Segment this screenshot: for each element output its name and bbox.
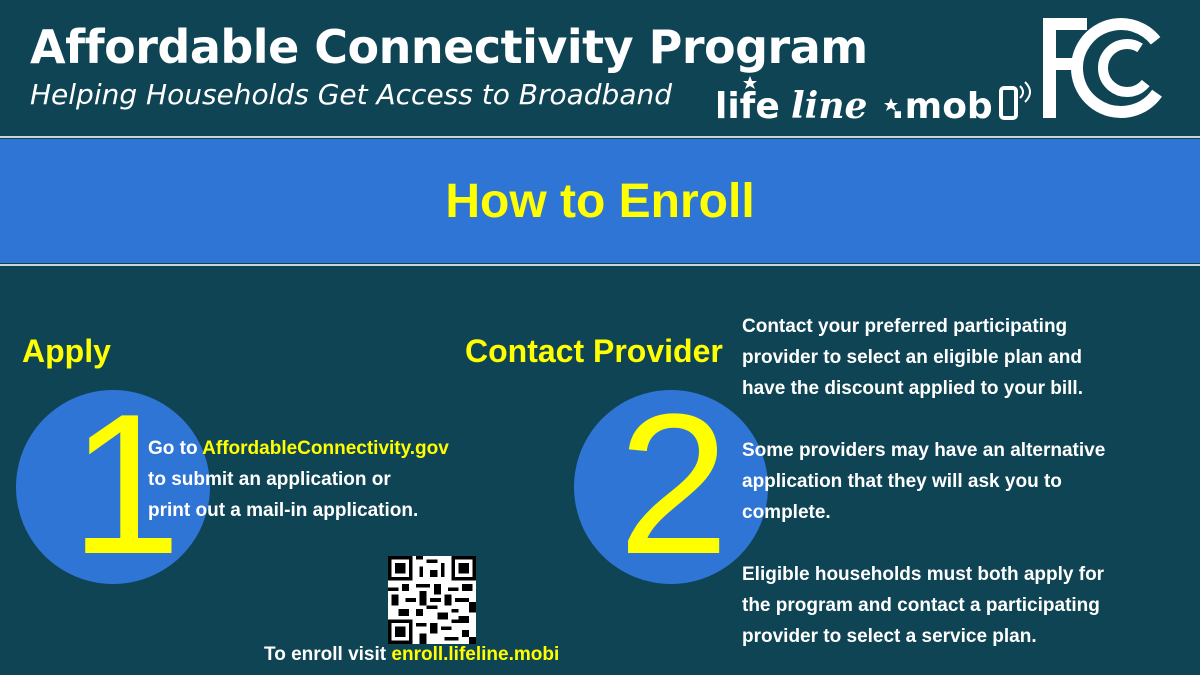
program-title: Affordable Connectivity Program: [30, 20, 868, 74]
step2-para1-line: have the discount applied to your bill.: [742, 378, 1083, 399]
step2-number: 2: [618, 373, 730, 596]
banner-title: How to Enroll: [445, 174, 755, 228]
enroll-line: To enroll visit enroll.lifeline.mobi: [264, 644, 559, 666]
qr-code[interactable]: [388, 556, 476, 644]
step2-heading: Contact Provider: [465, 333, 723, 369]
lifeline-mobi-logo: life line .mob: [715, 76, 1031, 127]
header: Affordable Connectivity Program Helping …: [0, 0, 1200, 136]
step1-line3: print out a mail-in application.: [148, 500, 419, 521]
step2-para3-line: provider to select a service plan.: [742, 626, 1037, 647]
bottom-divider: [0, 264, 1200, 266]
step1-heading: Apply: [22, 333, 111, 369]
step2-para3-line: Eligible households must both apply for: [742, 564, 1105, 585]
program-subtitle: Helping Households Get Access to Broadba…: [30, 78, 672, 111]
fcc-logo: [1043, 18, 1171, 118]
logo-text-life: life: [715, 86, 780, 127]
logo-text-line: line: [791, 85, 867, 127]
step2-para1: Contact your preferred participating pro…: [742, 311, 1105, 404]
banner: How to Enroll: [0, 139, 1200, 263]
step1-line1-prefix: Go to: [148, 438, 203, 459]
step2-para1-line: provider to select an eligible plan and: [742, 347, 1082, 368]
signal-waves-icon: [1019, 81, 1031, 103]
logo-text-mob: .mob: [891, 86, 993, 127]
step2-para1-line: Contact your preferred participating: [742, 316, 1068, 337]
step1-line1: Go to AffordableConnectivity.gov: [148, 433, 449, 464]
step2-para2-line: application that they will ask you to: [742, 471, 1062, 492]
step2-para2-line: Some providers may have an alternative: [742, 440, 1106, 461]
top-divider: [0, 136, 1200, 138]
step2-para3: Eligible households must both apply for …: [742, 559, 1105, 652]
step2-para3-line: the program and contact a participating: [742, 595, 1100, 616]
affordable-connectivity-link[interactable]: AffordableConnectivity.gov: [202, 438, 449, 459]
step1-text: Go to AffordableConnectivity.gov to subm…: [148, 433, 449, 526]
step1-line2: to submit an application or: [148, 469, 391, 490]
step2-para2-line: complete.: [742, 502, 831, 523]
phone-icon: [999, 86, 1018, 120]
enroll-link[interactable]: enroll.lifeline.mobi: [391, 644, 559, 665]
enroll-prefix: To enroll visit: [264, 644, 392, 665]
step2-text: Contact your preferred participating pro…: [742, 311, 1105, 652]
step2-para2: Some providers may have an alternative a…: [742, 435, 1105, 528]
